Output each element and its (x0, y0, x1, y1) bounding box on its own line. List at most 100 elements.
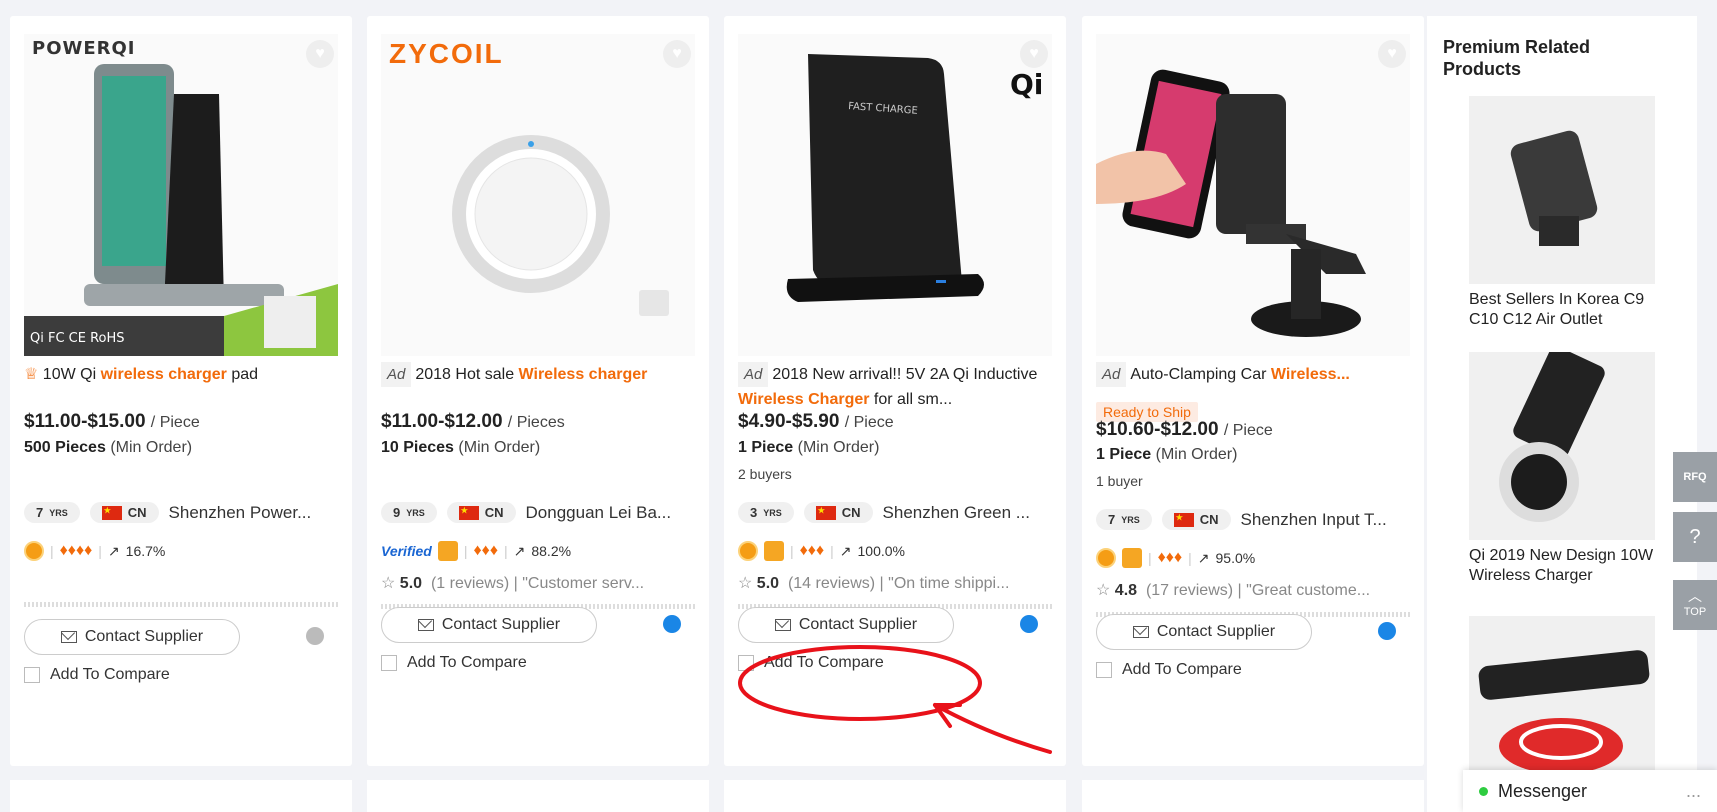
sidebar-title: Premium Related Products (1443, 37, 1591, 79)
star-icon: ☆ (1096, 582, 1111, 599)
phone-charger-stand-image: Qi FC CE RoHS (24, 64, 338, 356)
gold-supplier-icon (24, 541, 44, 561)
chat-icon[interactable] (663, 615, 681, 633)
product-card[interactable]: Qi FC CE RoHS POWERQI ♥ ♕ 10W Qi wireles… (10, 16, 352, 766)
related-product-caption[interactable]: Best Sellers In Korea C9 C10 C12 Air Out… (1469, 290, 1669, 330)
back-to-top-button[interactable]: ︿ TOP (1673, 580, 1717, 630)
response-rate: 16.7% (125, 543, 166, 559)
spiral-charger-image (1478, 650, 1650, 774)
related-product-image[interactable] (1469, 616, 1655, 776)
contact-supplier-button[interactable]: Contact Supplier (24, 619, 240, 655)
favorite-heart-icon[interactable]: ♥ (306, 40, 334, 68)
related-product-caption[interactable]: Qi 2019 New Design 10W Wireless Charger (1469, 546, 1669, 586)
supplier-badges: | ♦♦♦♦ | ↗ 16.7% (24, 541, 165, 561)
add-to-compare[interactable]: Add To Compare (1096, 661, 1242, 679)
trade-assurance-icon (764, 541, 784, 561)
chat-icon[interactable] (1378, 622, 1396, 640)
buyers-count: 2 buyers (738, 466, 792, 482)
compare-checkbox[interactable] (381, 655, 397, 671)
product-card-next-row[interactable] (10, 780, 352, 812)
car-mount-image (1510, 130, 1598, 246)
premium-related-products: Premium Related Products Best Sellers In… (1427, 16, 1697, 812)
product-image[interactable] (1096, 34, 1410, 356)
rfq-button[interactable]: RFQ (1673, 452, 1717, 502)
years-badge: 9 YRS (381, 502, 437, 523)
more-options-icon[interactable]: ... (1686, 781, 1701, 802)
response-rate-icon: ↗ (513, 542, 526, 559)
product-title[interactable]: Ad 2018 Hot sale Wireless charger (381, 362, 697, 387)
mail-icon (417, 619, 434, 631)
product-image[interactable] (381, 34, 695, 356)
supplier-name[interactable]: Shenzhen Green ... (883, 503, 1030, 523)
supplier-name[interactable]: Dongguan Lei Ba... (526, 503, 672, 523)
price: $11.00-$12.00 / Pieces (381, 411, 565, 432)
svg-text:Qi FC CE RoHS: Qi FC CE RoHS (30, 331, 125, 346)
diamond-rating-icon: ♦♦♦ (1157, 549, 1183, 566)
product-title[interactable]: ♕ 10W Qi wireless charger pad (24, 362, 340, 387)
supplier-meta: 9YRS CN Dongguan Lei Ba... (381, 502, 671, 523)
messenger-bar[interactable]: Messenger ... (1463, 770, 1717, 812)
diamond-rating-icon: ♦♦♦ (799, 542, 825, 559)
favorite-heart-icon[interactable]: ♥ (1378, 40, 1406, 68)
add-to-compare[interactable]: Add To Compare (24, 666, 170, 684)
min-order: 500 Pieces (Min Order) (24, 439, 193, 456)
china-flag-icon (101, 505, 122, 520)
chat-icon[interactable] (1020, 615, 1038, 633)
compare-checkbox[interactable] (24, 667, 40, 683)
response-rate: 88.2% (531, 543, 572, 559)
contact-supplier-button[interactable]: Contact Supplier (1096, 614, 1312, 650)
related-product-image[interactable] (1469, 96, 1655, 284)
brand-logo: POWERQI (32, 38, 136, 59)
gold-supplier-icon (738, 541, 758, 561)
response-rate-icon: ↗ (839, 542, 852, 559)
supplier-meta: 7YRS CN Shenzhen Power... (24, 502, 311, 523)
response-rate: 95.0% (1215, 550, 1256, 566)
chat-icon[interactable] (306, 627, 324, 645)
buyers-count: 1 buyer (1096, 473, 1143, 489)
svg-text:Qi: Qi (1010, 68, 1043, 101)
min-order: 1 Piece (Min Order) (738, 439, 880, 456)
china-flag-icon (815, 505, 836, 520)
product-title[interactable]: Ad 2018 New arrival!! 5V 2A Qi Inductive … (738, 362, 1054, 412)
add-to-compare[interactable]: Add To Compare (738, 654, 884, 672)
response-rate: 100.0% (857, 543, 905, 559)
product-card[interactable]: FAST CHARGE Qi ♥ Ad 2018 New arrival!! 5V… (724, 16, 1066, 766)
contact-supplier-button[interactable]: Contact Supplier (738, 607, 954, 643)
product-card-next-row[interactable] (724, 780, 1066, 812)
years-badge: 3 YRS (738, 502, 794, 523)
country-badge: CN (89, 502, 159, 523)
supplier-meta: 3YRS CN Shenzhen Green ... (738, 502, 1030, 523)
ad-label: Ad (1096, 362, 1127, 387)
china-flag-icon (458, 505, 479, 520)
chevron-up-icon: ︿ (1688, 588, 1702, 604)
product-card[interactable]: ZYCOIL ♥ Ad 2018 Hot sale Wireless charge… (367, 16, 709, 766)
help-button[interactable]: ? (1673, 512, 1717, 562)
compare-checkbox[interactable] (1096, 662, 1112, 678)
product-image[interactable]: Qi FC CE RoHS (24, 34, 338, 356)
round-wireless-charger-image (452, 135, 669, 316)
product-title[interactable]: Ad Auto-Clamping Car Wireless... (1096, 362, 1412, 387)
product-image[interactable]: FAST CHARGE Qi (738, 34, 1052, 356)
favorite-heart-icon[interactable]: ♥ (663, 40, 691, 68)
ad-label: Ad (381, 362, 412, 387)
response-rate-icon: ↗ (1197, 549, 1210, 566)
favorite-heart-icon[interactable]: ♥ (1020, 40, 1048, 68)
china-flag-icon (1173, 512, 1194, 527)
mail-icon (60, 631, 77, 643)
reviews[interactable]: ☆ 5.0 (1 reviews) | "Customer serv... (381, 573, 644, 593)
reviews[interactable]: ☆ 5.0 (14 reviews) | "On time shippi... (738, 573, 1009, 593)
min-order: 1 Piece (Min Order) (1096, 446, 1238, 463)
product-card-next-row[interactable] (367, 780, 709, 812)
contact-supplier-button[interactable]: Contact Supplier (381, 607, 597, 643)
supplier-name[interactable]: Shenzhen Power... (169, 503, 312, 523)
supplier-name[interactable]: Shenzhen Input T... (1241, 510, 1387, 530)
product-card[interactable]: ♥ Ad Auto-Clamping Car Wireless... Ready … (1082, 16, 1424, 766)
star-icon: ☆ (381, 575, 396, 592)
min-order: 10 Pieces (Min Order) (381, 439, 541, 456)
add-to-compare[interactable]: Add To Compare (381, 654, 527, 672)
compare-checkbox[interactable] (738, 655, 754, 671)
product-card-next-row[interactable] (1082, 780, 1424, 812)
reviews[interactable]: ☆ 4.8 (17 reviews) | "Great custome... (1096, 580, 1370, 600)
related-product-image[interactable] (1469, 346, 1655, 540)
ad-label: Ad (738, 362, 769, 387)
